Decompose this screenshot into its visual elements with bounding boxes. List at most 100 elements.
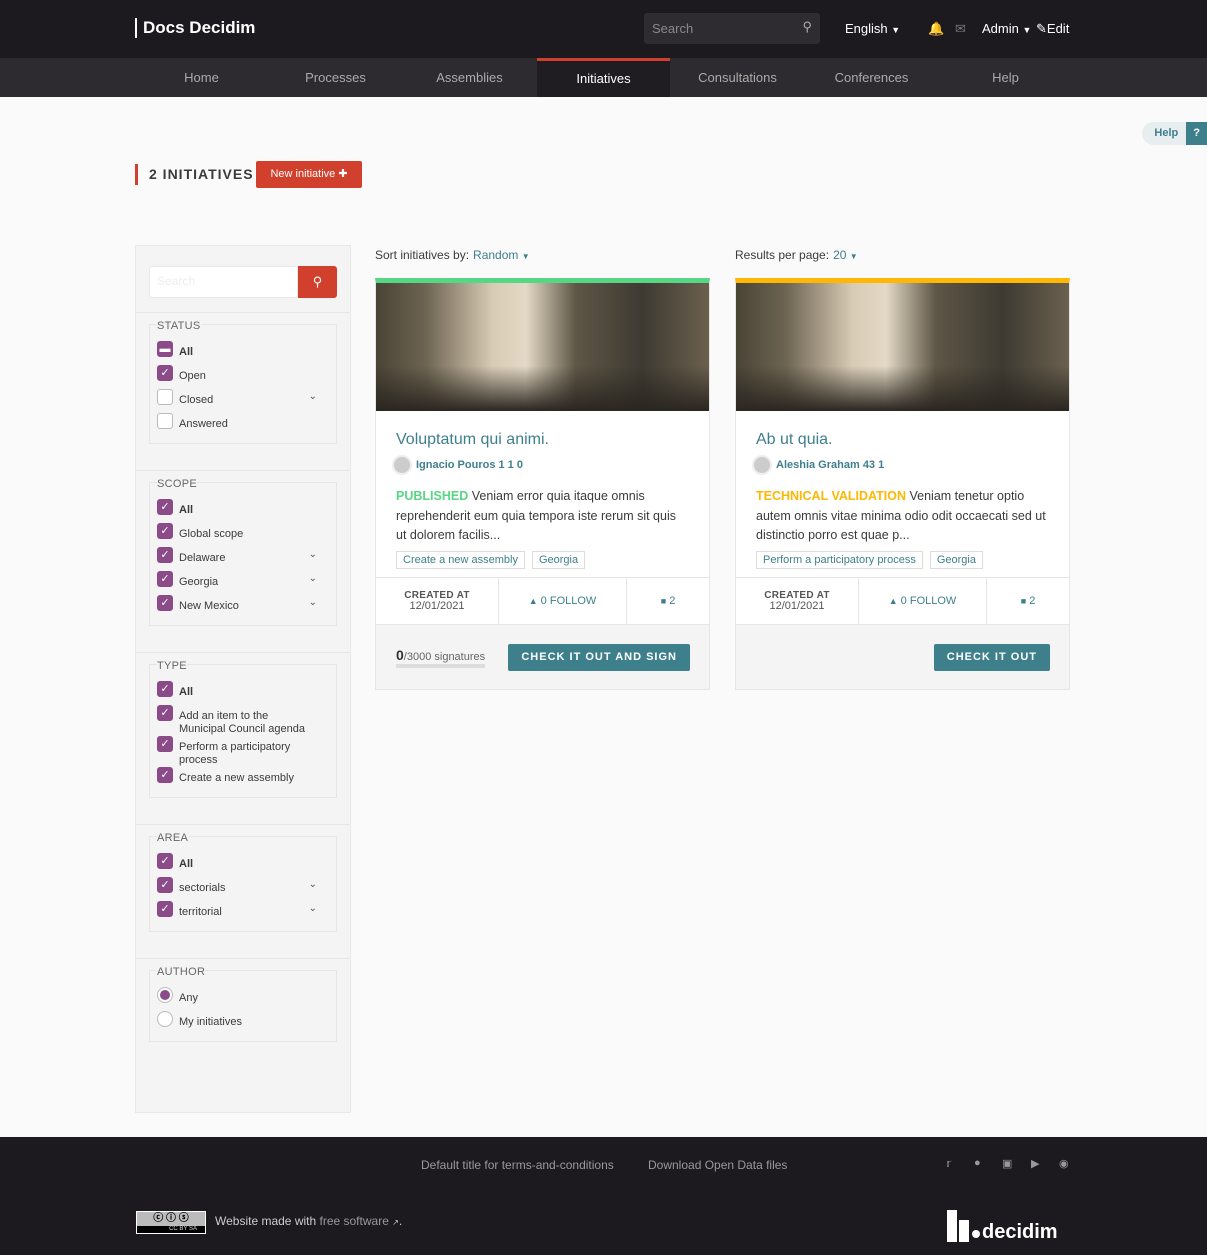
filter-option[interactable]: ✓ All — [157, 853, 329, 877]
initiative-image[interactable] — [736, 283, 1069, 411]
nav-item-help[interactable]: Help — [939, 58, 1072, 97]
checkbox[interactable]: ✓ — [157, 595, 173, 611]
filter-option[interactable]: Closed ⌄ — [157, 389, 329, 413]
initiative-description: PUBLISHED Veniam error quia itaque omnis… — [396, 487, 689, 545]
top-header: Docs Decidim Search ⚲ English ▼ 🔔 ✉ Admin… — [0, 0, 1207, 58]
filter-option[interactable]: Any — [157, 987, 329, 1011]
chevron-down-icon[interactable]: ⌄ — [309, 573, 317, 584]
user-name: Admin — [982, 21, 1019, 36]
initiative-image[interactable] — [376, 283, 709, 411]
free-software-link[interactable]: free software — [320, 1214, 389, 1228]
initiative-title[interactable]: Ab ut quia. — [756, 431, 1049, 449]
comments-count[interactable]: ■ 2 — [987, 578, 1069, 624]
tag-link[interactable]: Perform a participatory process — [756, 551, 923, 569]
terms-link[interactable]: Default title for terms-and-conditions — [421, 1158, 614, 1172]
checkbox[interactable] — [157, 389, 173, 405]
filter-search-button[interactable]: ⚲ — [298, 266, 337, 298]
search-input[interactable]: Search ⚲ — [644, 13, 820, 44]
checkbox[interactable]: ✓ — [157, 523, 173, 539]
new-initiative-button[interactable]: New initiative ✚ — [256, 161, 362, 188]
cc-license-badge[interactable]: ⓒ ⓘ ⓢ CC BY SA — [136, 1211, 206, 1234]
nav-item-assemblies[interactable]: Assemblies — [403, 58, 536, 97]
check-it-out-button[interactable]: CHECK IT OUT — [933, 644, 1050, 671]
user-menu[interactable]: Admin ▼ — [982, 21, 1031, 36]
twitter-icon[interactable]: 𝕣 — [946, 1157, 951, 1170]
filter-option[interactable]: Answered — [157, 413, 329, 437]
decidim-logo[interactable]: decidim — [947, 1210, 1058, 1242]
nav-item-processes[interactable]: Processes — [269, 58, 402, 97]
nav-item-home[interactable]: Home — [135, 58, 268, 97]
language-selector[interactable]: English ▼ — [845, 21, 900, 36]
tag-link[interactable]: Create a new assembly — [396, 551, 525, 569]
checkbox[interactable]: ✓ — [157, 571, 173, 587]
filter-option-label: Perform a participatory process — [179, 741, 291, 766]
filter-option[interactable]: My initiatives — [157, 1011, 329, 1035]
filter-option[interactable]: ✓ Create a new assembly — [157, 767, 329, 791]
checkbox[interactable]: ✓ — [157, 499, 173, 515]
checkbox[interactable]: ✓ — [157, 547, 173, 563]
filter-option[interactable]: ✓ Open — [157, 365, 329, 389]
checkbox[interactable]: ✓ — [157, 901, 173, 917]
checkbox[interactable]: ✓ — [157, 365, 173, 381]
initiative-title[interactable]: Voluptatum qui animi. — [396, 431, 689, 449]
signatures-total: /3000 signatures — [403, 651, 486, 663]
filter-option[interactable]: ✓ Add an item to the Municipal Council ag… — [157, 705, 329, 736]
help-tab[interactable]: Help ? — [1142, 122, 1207, 145]
messages-icon[interactable]: ✉ — [955, 21, 966, 37]
follow-button[interactable]: ▲ 0 FOLLOW — [499, 578, 627, 624]
main-nav: Home Processes Assemblies Initiatives Consul… — [0, 58, 1207, 97]
filter-option[interactable]: ✓ All — [157, 499, 329, 523]
instagram-icon[interactable]: ▣ — [1002, 1157, 1012, 1170]
facebook-icon[interactable]: ● — [974, 1157, 981, 1169]
chevron-down-icon[interactable]: ⌄ — [309, 391, 317, 402]
open-data-link[interactable]: Download Open Data files — [648, 1158, 787, 1172]
comments-count[interactable]: ■ 2 — [627, 578, 709, 624]
checkbox[interactable]: ✓ — [157, 877, 173, 893]
youtube-icon[interactable]: ▶ — [1031, 1157, 1039, 1170]
checkbox[interactable]: ✓ — [157, 705, 173, 721]
radio-button[interactable] — [157, 1011, 173, 1027]
author[interactable]: Aleshia Graham 43 1 — [752, 455, 1053, 475]
check-it-out-button[interactable]: CHECK IT OUT AND SIGN — [508, 644, 690, 671]
per-page-selector[interactable]: Results per page: 20 ▼ — [735, 248, 858, 262]
chevron-down-icon[interactable]: ⌄ — [309, 903, 317, 914]
filter-option[interactable]: ✓ New Mexico ⌄ — [157, 595, 329, 619]
checkbox[interactable]: ✓ — [157, 736, 173, 752]
filter-option[interactable]: ✓ All — [157, 681, 329, 705]
follow-button[interactable]: ▲ 0 FOLLOW — [859, 578, 987, 624]
checkbox[interactable] — [157, 413, 173, 429]
checkbox[interactable]: ✓ — [157, 767, 173, 783]
site-title[interactable]: Docs Decidim — [135, 18, 255, 38]
notifications-icon[interactable]: 🔔 — [928, 21, 944, 37]
edit-link[interactable]: ✎Edit — [1036, 21, 1069, 37]
filter-option-label: All — [179, 686, 194, 698]
filter-search-input[interactable]: Search — [149, 266, 298, 298]
filter-option[interactable]: ✓ Global scope — [157, 523, 329, 547]
checkbox[interactable]: ▬ — [157, 341, 173, 357]
tag-link[interactable]: Georgia — [929, 551, 983, 569]
tag-link[interactable]: Georgia — [531, 551, 586, 569]
github-icon[interactable]: ◉ — [1059, 1157, 1069, 1170]
nav-item-initiatives[interactable]: Initiatives — [537, 58, 670, 97]
filter-option[interactable]: ✓ sectorials ⌄ — [157, 877, 329, 901]
checkbox[interactable]: ✓ — [157, 853, 173, 869]
filter-option[interactable]: ✓ territorial ⌄ — [157, 901, 329, 925]
nav-item-conferences[interactable]: Conferences — [805, 58, 938, 97]
author[interactable]: Ignacio Pouros 1 1 0 — [392, 455, 693, 475]
chevron-down-icon[interactable]: ⌄ — [309, 597, 317, 608]
search-icon[interactable]: ⚲ — [802, 19, 812, 35]
filter-option[interactable]: ▬ All — [157, 341, 329, 365]
help-label: Help — [1142, 122, 1187, 145]
sort-value[interactable]: Random — [473, 248, 518, 262]
filter-option[interactable]: ✓ Georgia ⌄ — [157, 571, 329, 595]
filter-option[interactable]: ✓ Perform a participatory process — [157, 736, 329, 767]
chevron-down-icon[interactable]: ⌄ — [309, 879, 317, 890]
filter-fieldset: TYPE ✓ All ✓ Add an item to the Municipal Co… — [149, 656, 337, 798]
per-page-value[interactable]: 20 — [833, 248, 846, 262]
checkbox[interactable]: ✓ — [157, 681, 173, 697]
chevron-down-icon[interactable]: ⌄ — [309, 549, 317, 560]
filter-option[interactable]: ✓ Delaware ⌄ — [157, 547, 329, 571]
sort-selector[interactable]: Sort initiatives by: Random ▼ — [375, 248, 530, 262]
nav-item-consultations[interactable]: Consultations — [671, 58, 804, 97]
radio-button[interactable] — [157, 987, 173, 1003]
